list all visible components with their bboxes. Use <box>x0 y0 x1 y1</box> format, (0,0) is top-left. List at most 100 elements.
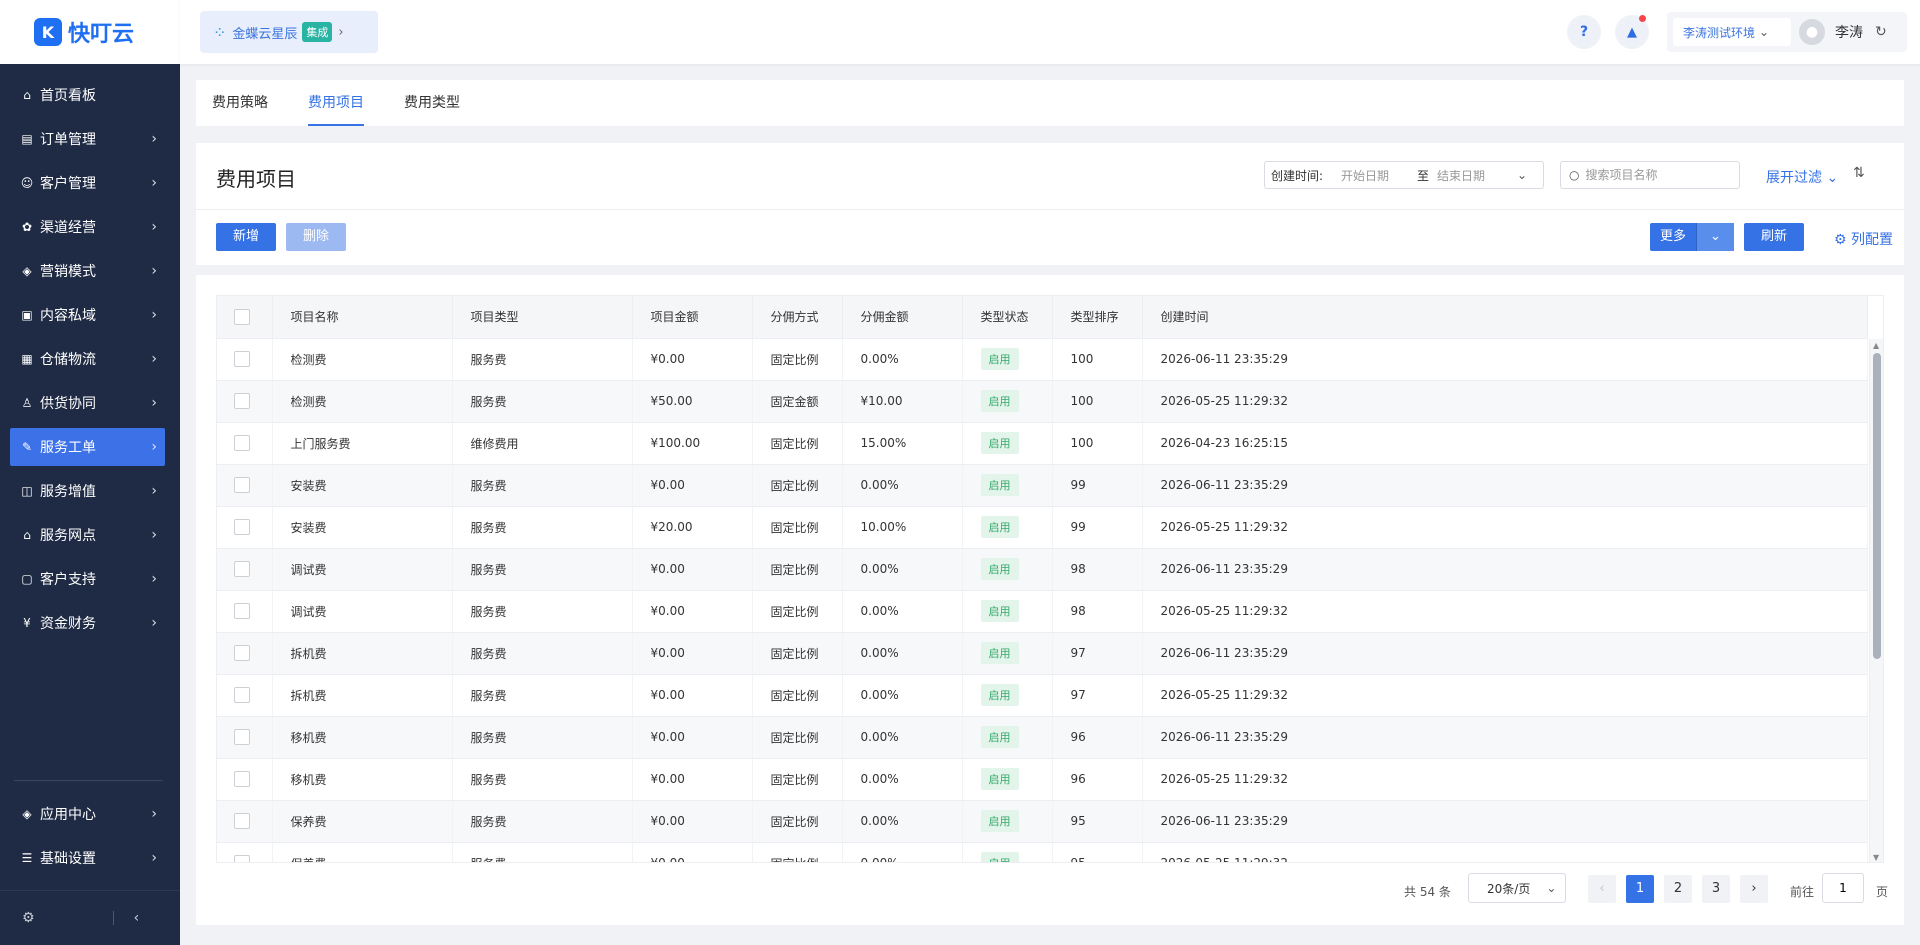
page-button-2[interactable]: 2 <box>1664 875 1692 903</box>
sidebar-item-10[interactable]: ⌂ 服务网点 › <box>10 516 165 554</box>
sidebar-item-11[interactable]: ▢ 客户支持 › <box>10 560 165 598</box>
integration-switcher[interactable]: ⁘ 金蝶云星辰 集成 › <box>200 11 378 53</box>
table-row[interactable]: 上门服务费 维修费用 ¥100.00 固定比例 15.00% 启用 100 2026-04-2… <box>217 422 1868 465</box>
tab-bar: 费用策略 费用项目 费用类型 <box>196 80 1904 126</box>
sidebar-item-0[interactable]: ⌂ 首页看板 <box>10 76 165 114</box>
sidebar-item-1[interactable]: ▤ 订单管理 › <box>10 120 165 158</box>
table-row[interactable]: 保养费 服务费 ¥0.00 固定比例 0.00% 启用 95 2026-06-11 23:35… <box>217 800 1868 843</box>
table-cell: 启用 <box>962 632 1053 675</box>
search-input[interactable] <box>1585 168 1726 182</box>
table-cell: 启用 <box>962 548 1053 591</box>
page-button-3[interactable]: 3 <box>1702 875 1730 903</box>
tag-icon: ◈ <box>22 264 32 278</box>
expand-filter-button[interactable]: 展开过滤 ⌄ <box>1766 167 1838 187</box>
search-box: ○ <box>1560 161 1740 189</box>
collapse-sidebar-icon[interactable]: ‹ <box>134 910 140 926</box>
table-row[interactable]: 安装费 服务费 ¥20.00 固定比例 10.00% 启用 99 2026-05-25 11:… <box>217 506 1868 549</box>
table-row[interactable]: 移机费 服务费 ¥0.00 固定比例 0.00% 启用 96 2026-06-11 23:35… <box>217 716 1868 759</box>
table-cell: 98 <box>1052 590 1143 633</box>
row-checkbox[interactable] <box>234 351 250 367</box>
row-checkbox-cell <box>217 422 273 465</box>
table-row[interactable]: 安装费 服务费 ¥0.00 固定比例 0.00% 启用 99 2026-06-11 23:35… <box>217 464 1868 507</box>
scroll-down-icon[interactable]: ▼ <box>1873 853 1879 862</box>
sidebar-item-bottom-0[interactable]: ◈ 应用中心 › <box>10 795 165 833</box>
row-checkbox[interactable] <box>234 687 250 703</box>
chevron-down-icon: ⌄ <box>1759 25 1770 39</box>
row-checkbox[interactable] <box>234 477 250 493</box>
table-cell: 拆机费 <box>272 674 453 717</box>
user-icon: ☺ <box>20 176 34 190</box>
sidebar-item-9[interactable]: ◫ 服务增值 › <box>10 472 165 510</box>
row-checkbox[interactable] <box>234 603 250 619</box>
sidebar-item-7[interactable]: ♙ 供货协同 › <box>10 384 165 422</box>
refresh-icon[interactable]: ↻ <box>1875 24 1887 40</box>
chevron-down-icon[interactable]: ⌄ <box>1696 223 1734 251</box>
select-all-checkbox[interactable] <box>234 308 250 325</box>
row-checkbox[interactable] <box>234 561 250 577</box>
delete-button[interactable]: 删除 <box>286 223 346 251</box>
tab-fee-items[interactable]: 费用项目 <box>308 80 364 126</box>
table-row[interactable]: 拆机费 服务费 ¥0.00 固定比例 0.00% 启用 97 2026-06-11 23:35… <box>217 632 1868 675</box>
end-date-input[interactable]: 结束日期 <box>1437 167 1517 184</box>
table-cell: ¥0.00 <box>632 758 753 801</box>
table-row[interactable]: 检测费 服务费 ¥0.00 固定比例 0.00% 启用 100 2026-06-11 23:3… <box>217 338 1868 381</box>
scroll-up-icon[interactable]: ▲ <box>1873 341 1879 350</box>
table-row[interactable]: 检测费 服务费 ¥50.00 固定金额 ¥10.00 启用 100 2026-05-25 11… <box>217 380 1868 423</box>
row-checkbox[interactable] <box>234 855 250 862</box>
table-row[interactable]: 拆机费 服务费 ¥0.00 固定比例 0.00% 启用 97 2026-05-25 11:29… <box>217 674 1868 717</box>
scrollbar-thumb[interactable] <box>1873 353 1881 659</box>
start-date-input[interactable]: 开始日期 <box>1341 167 1409 184</box>
table-cell: 固定金额 <box>752 380 843 423</box>
environment-select[interactable]: 李涛测试环境 ⌄ <box>1673 18 1791 46</box>
tab-fee-types[interactable]: 费用类型 <box>404 80 460 126</box>
row-checkbox[interactable] <box>234 435 250 451</box>
add-button[interactable]: 新增 <box>216 223 276 251</box>
settings-icon[interactable]: ⚙ <box>22 910 35 926</box>
chevron-right-icon: › <box>338 24 344 40</box>
sort-icon[interactable]: ⇅ <box>1853 165 1865 181</box>
chevron-right-icon: › <box>151 806 157 822</box>
table-cell: ¥0.00 <box>632 842 753 862</box>
more-button[interactable]: 更多 ⌄ <box>1650 223 1734 251</box>
sidebar-item-12[interactable]: ¥ 资金财务 › <box>10 604 165 642</box>
page-button-1[interactable]: 1 <box>1626 875 1654 903</box>
row-checkbox[interactable] <box>234 813 250 829</box>
row-checkbox[interactable] <box>234 771 250 787</box>
table-row[interactable]: 调试费 服务费 ¥0.00 固定比例 0.00% 启用 98 2026-06-11 23:35… <box>217 548 1868 591</box>
date-range-filter[interactable]: 创建时间: 开始日期 至 结束日期 ⌄ <box>1264 161 1544 189</box>
table-row[interactable]: 移机费 服务费 ¥0.00 固定比例 0.00% 启用 96 2026-05-25 11:29… <box>217 758 1868 801</box>
row-checkbox[interactable] <box>234 519 250 535</box>
table-row[interactable]: 调试费 服务费 ¥0.00 固定比例 0.00% 启用 98 2026-05-25 11:29… <box>217 590 1868 633</box>
notification-button[interactable]: ▲ <box>1615 15 1649 49</box>
next-page-button[interactable]: › <box>1740 875 1768 903</box>
sidebar-item-bottom-1[interactable]: ☰ 基础设置 › <box>10 839 165 877</box>
table-cell: 99 <box>1052 464 1143 507</box>
column-config-button[interactable]: ⚙ 列配置 <box>1834 229 1893 249</box>
goto-page-input[interactable] <box>1822 873 1864 903</box>
sidebar-item-8[interactable]: ✎ 服务工单 › <box>10 428 165 466</box>
sidebar-item-2[interactable]: ☺ 客户管理 › <box>10 164 165 202</box>
help-button[interactable]: ? <box>1567 15 1601 49</box>
table-cell: 服务费 <box>452 758 633 801</box>
logo[interactable]: K 快叮云 <box>0 0 180 64</box>
chevron-right-icon: › <box>151 395 157 411</box>
page-size-label: 20条/页 <box>1487 881 1531 896</box>
row-checkbox[interactable] <box>234 645 250 661</box>
sidebar-item-3[interactable]: ✿ 渠道经营 › <box>10 208 165 246</box>
table-cell: 移机费 <box>272 758 453 801</box>
table-cell: 安装费 <box>272 464 453 507</box>
sidebar-item-4[interactable]: ◈ 营销模式 › <box>10 252 165 290</box>
refresh-button[interactable]: 刷新 <box>1744 223 1804 251</box>
prev-page-button[interactable]: ‹ <box>1588 875 1616 903</box>
sidebar-item-5[interactable]: ▣ 内容私域 › <box>10 296 165 334</box>
row-checkbox[interactable] <box>234 729 250 745</box>
table-row[interactable]: 保养费服务费¥0.00固定比例0.00% 启用 952026-05-25 11:29… <box>217 842 1868 862</box>
avatar[interactable]: ● <box>1799 19 1825 45</box>
vertical-scrollbar[interactable]: ▲ ▼ <box>1869 339 1883 862</box>
page-size-select[interactable]: 20条/页 ⌄ <box>1468 873 1566 903</box>
sidebar-item-6[interactable]: ▦ 仓储物流 › <box>10 340 165 378</box>
table-cell: 服务费 <box>452 380 633 423</box>
row-checkbox[interactable] <box>234 393 250 409</box>
tab-fee-strategy[interactable]: 费用策略 <box>212 80 268 126</box>
table-cell: ¥50.00 <box>632 380 753 423</box>
